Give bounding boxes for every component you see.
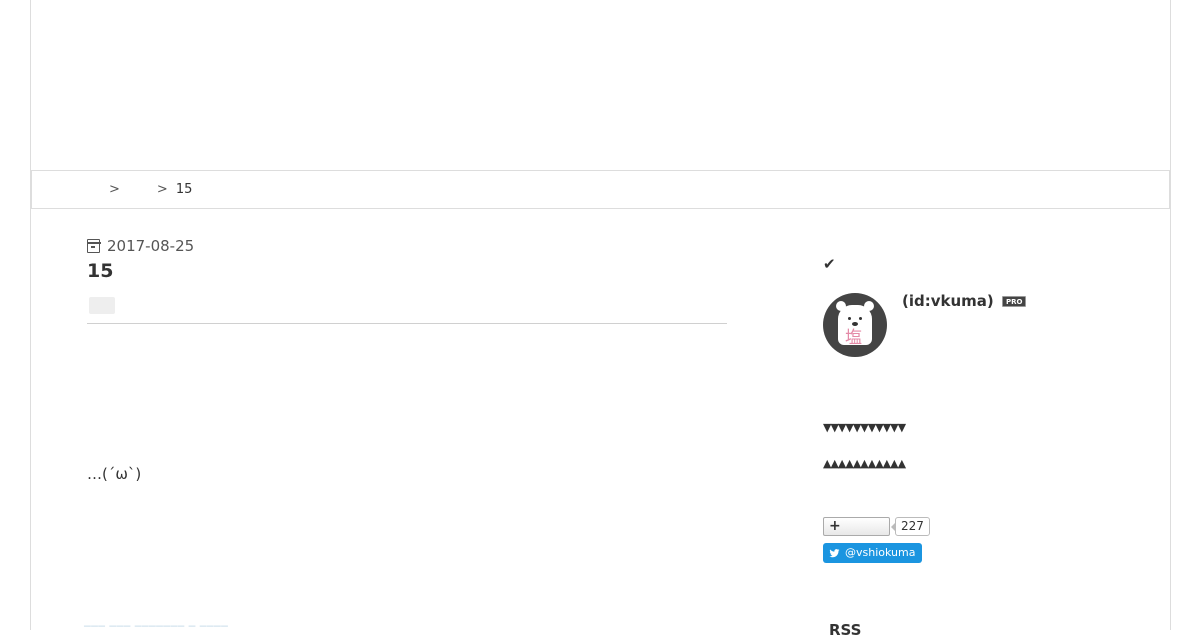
category-tag[interactable] <box>89 297 115 314</box>
avatar-kanji: 塩 <box>845 328 862 348</box>
bear-eye-left <box>848 317 851 320</box>
breadcrumb-items: > >15 <box>97 171 192 208</box>
pro-badge: PRO <box>1002 296 1027 307</box>
entry-title[interactable]: 15 <box>87 260 113 282</box>
breadcrumb-separator: > <box>156 182 168 197</box>
rss-heading[interactable]: RSS <box>829 621 861 639</box>
check-icon: ✔ <box>823 255 836 273</box>
page-frame: > >15 <box>30 0 1171 630</box>
follow-button[interactable]: + <box>823 516 890 536</box>
follower-count: 227 <box>891 516 930 536</box>
twitter-handle[interactable]: @vshiokuma <box>845 543 915 563</box>
twitter-follow-button[interactable]: @vshiokuma <box>823 543 923 563</box>
breadcrumb-current: 15 <box>175 182 193 197</box>
entry-date[interactable]: 2017-08-25 <box>86 237 194 255</box>
calendar-icon <box>86 239 101 253</box>
breadcrumb-separator: > <box>109 182 120 197</box>
blog-header <box>31 0 1170 170</box>
profile-name[interactable]: (id:vkuma) <box>902 292 994 310</box>
bear-nose <box>852 322 858 326</box>
plus-icon: + <box>829 517 841 534</box>
expand-toggle[interactable]: ▼▼▼▼▼▼▼▼▼▼▼ <box>823 421 906 434</box>
entry-date-text[interactable]: 2017-08-25 <box>107 237 194 255</box>
breadcrumb: > >15 <box>31 170 1170 209</box>
twitter-bird-icon <box>829 548 840 557</box>
bear-eye-right <box>859 317 862 320</box>
breadcrumb-category-link[interactable] <box>128 184 149 196</box>
rss-heading-text[interactable]: RSS <box>829 621 861 639</box>
avatar[interactable]: 塩 <box>823 293 887 357</box>
breadcrumb-home-link[interactable] <box>97 184 101 196</box>
entry-body-text: …(´ω`) <box>87 465 142 483</box>
collapse-toggle[interactable]: ▲▲▲▲▲▲▲▲▲▲▲ <box>823 457 906 470</box>
entry-footer-faded: ─── ─── ─────── ─ ──── <box>84 620 229 633</box>
title-divider <box>87 323 727 324</box>
follow-widget: + 227 <box>823 516 930 536</box>
